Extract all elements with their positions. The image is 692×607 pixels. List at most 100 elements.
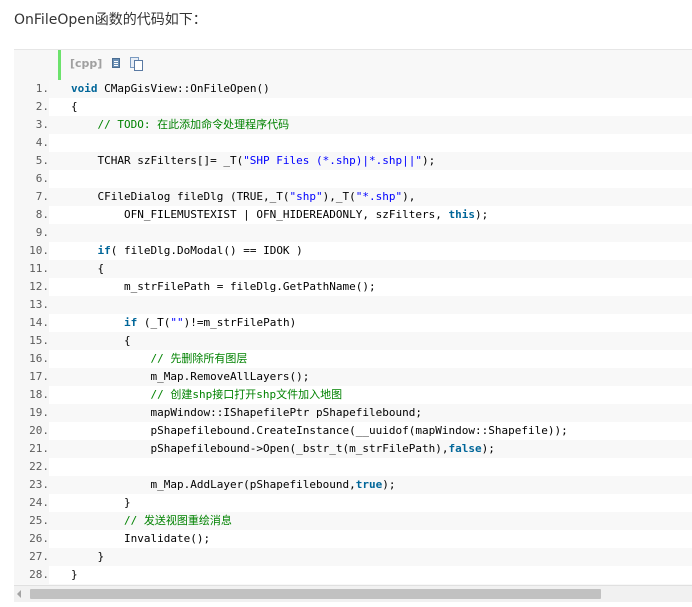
code-text: TCHAR szFilters[]= _T("SHP Files (*.shp)…	[71, 152, 435, 170]
line-number: 9.	[14, 224, 49, 242]
keyword-token: true	[355, 478, 383, 491]
line-number: 7.	[14, 188, 49, 206]
code-token: }	[71, 550, 105, 563]
code-token: pShapefilebound.CreateInstance(__uuidof(…	[71, 424, 568, 437]
line-number: 27.	[14, 548, 49, 566]
code-text: m_Map.AddLayer(pShapefilebound,true);	[71, 476, 396, 494]
comment-token: // 先删除所有图层	[150, 352, 248, 365]
code-line: 1. void CMapGisView::OnFileOpen()	[14, 80, 692, 98]
line-number: 23.	[14, 476, 49, 494]
line-number: 6.	[14, 170, 49, 188]
line-number: 10.	[14, 242, 49, 260]
comment-token: // 发送视图重绘消息	[123, 514, 232, 527]
code-line: 22.	[14, 458, 692, 476]
code-line: 19. mapWindow::IShapefilePtr pShapefileb…	[14, 404, 692, 422]
code-token: {	[71, 100, 78, 113]
code-token: ),	[402, 190, 416, 203]
line-number: 3.	[14, 116, 49, 134]
code-line: 2. {	[14, 98, 692, 116]
line-number: 13.	[14, 296, 49, 314]
code-token: CMapGisView::OnFileOpen()	[97, 82, 270, 95]
code-text: if( fileDlg.DoModal() == IDOK )	[71, 242, 303, 260]
code-text: // 创建shp接口打开shp文件加入地图	[71, 386, 342, 404]
code-token: ( fileDlg.DoModal() == IDOK )	[110, 244, 303, 257]
code-toolbar: [cpp]	[70, 54, 144, 72]
code-line: 17. m_Map.RemoveAllLayers();	[14, 368, 692, 386]
code-text: // TODO: 在此添加命令处理程序代码	[71, 116, 290, 134]
code-token: }	[71, 568, 78, 581]
code-line: 15. {	[14, 332, 692, 350]
code-text: // 发送视图重绘消息	[71, 512, 232, 530]
code-line: 21. pShapefilebound->Open(_bstr_t(m_strF…	[14, 440, 692, 458]
code-line: 13.	[14, 296, 692, 314]
code-line: 7. CFileDialog fileDlg (TRUE,_T("shp"),_…	[14, 188, 692, 206]
line-number: 1.	[14, 80, 49, 98]
line-number: 11.	[14, 260, 49, 278]
line-number: 26.	[14, 530, 49, 548]
keyword-token: this	[448, 208, 476, 221]
copy-icon[interactable]	[130, 56, 144, 71]
line-number: 14.	[14, 314, 49, 332]
code-line: 10. if( fileDlg.DoModal() == IDOK )	[14, 242, 692, 260]
line-number: 24.	[14, 494, 49, 512]
code-token: )!=m_strFilePath)	[183, 316, 297, 329]
code-token: CFileDialog fileDlg (TRUE,_T(	[71, 190, 290, 203]
line-number: 20.	[14, 422, 49, 440]
code-text: m_strFilePath = fileDlg.GetPathName();	[71, 278, 376, 296]
code-token: TCHAR szFilters[]= _T(	[71, 154, 244, 167]
code-line: 14. if (_T("")!=m_strFilePath)	[14, 314, 692, 332]
code-token: OFN_FILEMUSTEXIST | OFN_HIDEREADONLY, sz…	[71, 208, 449, 221]
code-text: }	[71, 494, 131, 512]
code-line: 12. m_strFilePath = fileDlg.GetPathName(…	[14, 278, 692, 296]
code-line: 24. }	[14, 494, 692, 512]
line-number: 2.	[14, 98, 49, 116]
code-line: 6.	[14, 170, 692, 188]
keyword-token: if	[97, 244, 111, 257]
code-block: [cpp] 1. void CMapGisView::OnFileOpen() 2.…	[14, 49, 692, 602]
code-line: 23. m_Map.AddLayer(pShapefilebound,true)…	[14, 476, 692, 494]
intro-text: OnFileOpen函数的代码如下：	[14, 12, 207, 28]
line-number: 8.	[14, 206, 49, 224]
string-token: "SHP Files (*.shp)|*.shp||"	[243, 154, 422, 167]
code-token: mapWindow::IShapefilePtr pShapefilebound…	[71, 406, 422, 419]
horizontal-scrollbar[interactable]	[14, 585, 692, 602]
code-token: {	[71, 262, 105, 275]
code-token: {	[71, 334, 131, 347]
code-text: }	[71, 548, 104, 566]
code-line: 26. Invalidate();	[14, 530, 692, 548]
code-text: }	[71, 566, 78, 584]
code-text: if (_T("")!=m_strFilePath)	[71, 314, 296, 332]
language-label: [cpp]	[70, 56, 103, 70]
code-token: }	[71, 496, 131, 509]
line-number: 22.	[14, 458, 49, 476]
code-text: {	[71, 332, 131, 350]
code-token: );	[481, 442, 495, 455]
line-number: 17.	[14, 368, 49, 386]
code-line: 9.	[14, 224, 692, 242]
code-line: 8. OFN_FILEMUSTEXIST | OFN_HIDEREADONLY,…	[14, 206, 692, 224]
code-text: // 先删除所有图层	[71, 350, 247, 368]
code-line: 16. // 先删除所有图层	[14, 350, 692, 368]
code-text: mapWindow::IShapefilePtr pShapefilebound…	[71, 404, 422, 422]
comment-token: // TODO: 在此添加命令处理程序代码	[97, 118, 290, 131]
code-token: (_T(	[137, 316, 171, 329]
code-text: void CMapGisView::OnFileOpen()	[71, 80, 270, 98]
code-text: {	[71, 260, 104, 278]
arrow-left-icon[interactable]	[17, 590, 21, 598]
view-plain-icon[interactable]	[110, 57, 122, 70]
code-line: 18. // 创建shp接口打开shp文件加入地图	[14, 386, 692, 404]
line-number: 12.	[14, 278, 49, 296]
string-token: ""	[170, 316, 184, 329]
line-number: 21.	[14, 440, 49, 458]
line-number: 16.	[14, 350, 49, 368]
code-text: CFileDialog fileDlg (TRUE,_T("shp"),_T("…	[71, 188, 415, 206]
code-text: Invalidate();	[71, 530, 210, 548]
code-token: );	[382, 478, 396, 491]
code-text: m_Map.RemoveAllLayers();	[71, 368, 309, 386]
scrollbar-thumb[interactable]	[30, 589, 601, 599]
code-line: 27. }	[14, 548, 692, 566]
